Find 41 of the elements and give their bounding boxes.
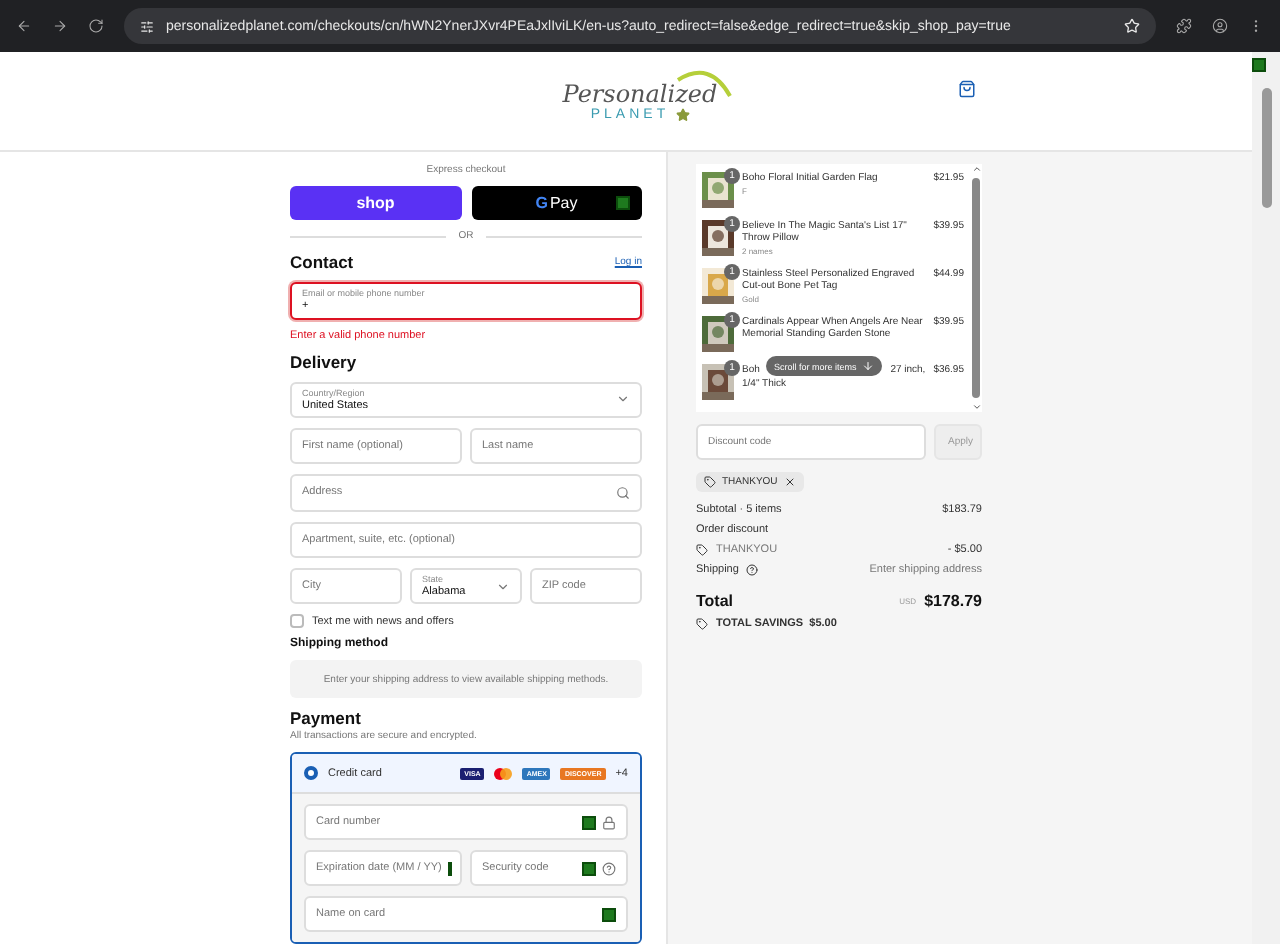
help-icon [602, 861, 616, 875]
extensions-icon[interactable] [1176, 18, 1192, 34]
reload-icon[interactable] [88, 18, 104, 34]
mastercard-icon [494, 767, 513, 779]
profile-icon[interactable] [1212, 18, 1228, 34]
autofill-icon [616, 196, 630, 210]
lock-icon [602, 815, 616, 829]
page-scrollbar-thumb[interactable] [1261, 88, 1271, 208]
site-settings-icon[interactable] [140, 19, 154, 33]
remove-icon[interactable] [783, 476, 796, 488]
payment-heading: Payment [290, 708, 363, 728]
autofill-icon [602, 907, 616, 921]
cart-icon[interactable] [958, 80, 976, 98]
autofill-icon [447, 861, 452, 875]
tag-icon [696, 618, 708, 630]
shop-pay-button[interactable]: shop [290, 186, 461, 220]
autofill-icon [582, 861, 596, 875]
total-label: Total [696, 592, 734, 610]
bookmark-star-icon[interactable] [1124, 18, 1140, 34]
tag-icon [696, 544, 708, 556]
autofill-icon [1252, 58, 1266, 72]
autofill-icon [582, 815, 596, 829]
checkbox[interactable] [290, 614, 304, 628]
chevron-icon [616, 392, 630, 407]
scrollbar-thumb[interactable] [972, 178, 980, 398]
star-icon [675, 108, 690, 122]
delivery-heading: Delivery [290, 351, 359, 371]
contact-heading: Contact [290, 252, 354, 272]
scroll-up-icon[interactable] [971, 164, 981, 174]
forward-icon[interactable] [52, 18, 68, 34]
arrow-down-icon [862, 360, 875, 372]
back-icon[interactable] [16, 18, 32, 34]
google-pay-button[interactable]: G Pay [471, 186, 642, 220]
search-icon [616, 485, 630, 500]
logo-text: Personalized [562, 80, 718, 108]
help-icon [746, 564, 759, 576]
scroll-down-icon[interactable] [971, 402, 981, 412]
total-value: $178.79 [924, 592, 982, 610]
tag-icon [704, 476, 716, 488]
radio-button[interactable] [304, 766, 318, 780]
chevron-icon [496, 579, 510, 593]
